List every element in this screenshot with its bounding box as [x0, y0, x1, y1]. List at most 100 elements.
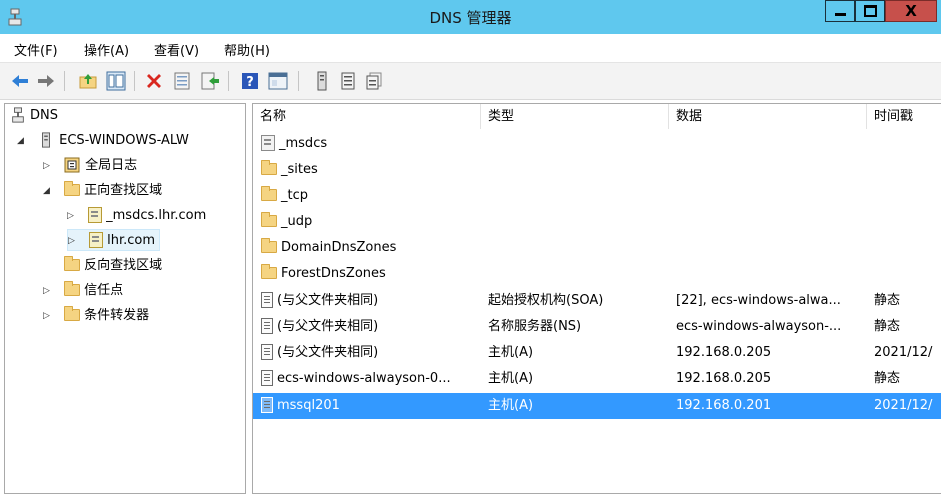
up-folder-icon[interactable]: [78, 71, 98, 91]
close-button[interactable]: X: [885, 0, 937, 22]
row-data: [22], ecs-windows-alwa...: [676, 293, 841, 308]
menu-view[interactable]: 查看(V): [154, 40, 199, 59]
row-timestamp: 静态: [874, 319, 901, 334]
tree-node-dns[interactable]: DNS: [11, 105, 58, 127]
delete-icon[interactable]: [144, 71, 164, 91]
record-icon: [261, 343, 273, 360]
row-data: 192.168.0.205: [676, 345, 772, 360]
row-name: _msdcs: [279, 136, 328, 151]
menu-file[interactable]: 文件(F): [14, 40, 58, 59]
show-hide-tree-icon[interactable]: [106, 71, 126, 91]
log-icon: [64, 157, 80, 172]
tree-node-forward-zones[interactable]: ◢ 正向查找区域: [43, 180, 162, 202]
tree-node-conditional-forwarders[interactable]: ▷ 条件转发器: [43, 305, 149, 327]
expand-arrow-icon[interactable]: ▷: [43, 280, 50, 302]
zone-icon: [89, 231, 104, 248]
row-name: mssql201: [277, 398, 340, 413]
tree-node-zone-msdcs[interactable]: ▷ _msdcs.lhr.com: [67, 205, 206, 227]
toolbar-separator: [134, 71, 135, 91]
maximize-button[interactable]: [855, 0, 885, 22]
row-name: DomainDnsZones: [281, 240, 397, 255]
list-item[interactable]: _sites: [253, 157, 941, 183]
row-name: _tcp: [281, 188, 308, 203]
column-header-type[interactable]: 类型: [481, 104, 669, 129]
column-header-timestamp[interactable]: 时间戳: [867, 104, 941, 129]
tree-label: _msdcs.lhr.com: [106, 208, 207, 223]
server-icon[interactable]: [312, 71, 332, 91]
menu-action[interactable]: 操作(A): [84, 40, 129, 59]
window-title: DNS 管理器: [429, 9, 512, 27]
row-timestamp: 2021/12/: [874, 398, 933, 413]
tree-label: 信任点: [84, 283, 124, 298]
tree-node-trust-points[interactable]: ▷ 信任点: [43, 280, 123, 302]
expand-arrow-icon[interactable]: ▷: [68, 230, 75, 252]
row-name: _udp: [281, 214, 313, 229]
tree-label: 正向查找区域: [84, 183, 163, 198]
record-icon: [261, 291, 273, 308]
minimize-button[interactable]: [825, 0, 855, 22]
column-header-data[interactable]: 数据: [669, 104, 867, 129]
properties-icon[interactable]: [172, 71, 192, 91]
tree-node-zone-lhr[interactable]: ▷ lhr.com: [67, 229, 161, 252]
table-row[interactable]: (与父文件夹相同) 主机(A) 192.168.0.205 2021/12/: [253, 340, 941, 366]
row-timestamp: 静态: [874, 371, 901, 386]
tree-node-global-logs[interactable]: ▷ 全局日志: [43, 155, 137, 177]
table-row-selected[interactable]: mssql201 主机(A) 192.168.0.201 2021/12/: [253, 393, 941, 419]
tree-label: 反向查找区域: [84, 258, 163, 273]
close-icon: X: [905, 2, 917, 20]
list-item[interactable]: _udp: [253, 209, 941, 235]
menu-bar: 文件(F) 操作(A) 查看(V) 帮助(H): [0, 34, 941, 63]
table-row[interactable]: (与父文件夹相同) 起始授权机构(SOA) [22], ecs-windows-…: [253, 288, 941, 314]
server-icon: [42, 131, 51, 148]
table-row[interactable]: ecs-windows-alwayson-0... 主机(A) 192.168.…: [253, 366, 941, 392]
list-icon[interactable]: [338, 71, 358, 91]
folder-icon: [64, 305, 81, 321]
collapse-arrow-icon[interactable]: ◢: [43, 180, 50, 202]
toolbar-separator: [298, 71, 299, 91]
zone-icon: [88, 206, 103, 223]
dns-icon: [12, 106, 24, 123]
expand-arrow-icon[interactable]: ▷: [43, 305, 50, 327]
svg-text:?: ?: [246, 75, 254, 90]
collapse-arrow-icon[interactable]: ◢: [17, 130, 24, 152]
table-row[interactable]: (与父文件夹相同) 名称服务器(NS) ecs-windows-alwayson…: [253, 314, 941, 340]
list-item[interactable]: _tcp: [253, 183, 941, 209]
records-list: 名称 类型 数据 时间戳 _msdcs _sites _tcp _udp Dom…: [252, 103, 941, 494]
export-icon[interactable]: [200, 71, 220, 91]
tree-label: DNS: [30, 108, 58, 123]
list-item[interactable]: _msdcs: [253, 131, 941, 157]
folder-icon: [261, 211, 277, 227]
tree-node-server[interactable]: ◢ ECS-WINDOWS-ALW: [17, 130, 189, 152]
row-type: 起始授权机构(SOA): [488, 293, 604, 308]
tree-node-reverse-zones[interactable]: 反向查找区域: [43, 255, 162, 277]
forward-icon[interactable]: [36, 71, 56, 91]
toolbar: ?: [0, 63, 941, 100]
folder-icon: [261, 185, 277, 201]
row-type: 主机(A): [488, 371, 534, 386]
expand-arrow-icon[interactable]: ▷: [43, 155, 50, 177]
toolbar-separator: [228, 71, 229, 91]
row-data: 192.168.0.201: [676, 398, 772, 413]
tree-label: 全局日志: [85, 158, 138, 173]
row-name: ecs-windows-alwayson-0...: [277, 371, 451, 386]
back-icon[interactable]: [10, 71, 30, 91]
row-name: _sites: [281, 162, 318, 177]
tree-label: ECS-WINDOWS-ALW: [59, 133, 189, 148]
folder-icon: [64, 255, 81, 271]
menu-help[interactable]: 帮助(H): [224, 40, 270, 59]
help-icon[interactable]: ?: [240, 71, 260, 91]
row-data: 192.168.0.205: [676, 371, 772, 386]
records-icon[interactable]: [364, 71, 384, 91]
column-header-name[interactable]: 名称: [253, 104, 481, 129]
list-item[interactable]: DomainDnsZones: [253, 235, 941, 261]
title-bar[interactable]: DNS 管理器 X: [0, 0, 941, 34]
row-type: 主机(A): [488, 345, 534, 360]
console-icon[interactable]: [268, 71, 288, 91]
tree-label: lhr.com: [107, 233, 156, 248]
folder-icon: [64, 280, 81, 296]
folder-icon: [261, 263, 277, 279]
expand-arrow-icon[interactable]: ▷: [67, 205, 74, 227]
list-item[interactable]: ForestDnsZones: [253, 261, 941, 287]
row-type: 主机(A): [488, 398, 534, 413]
folder-icon: [64, 180, 81, 196]
